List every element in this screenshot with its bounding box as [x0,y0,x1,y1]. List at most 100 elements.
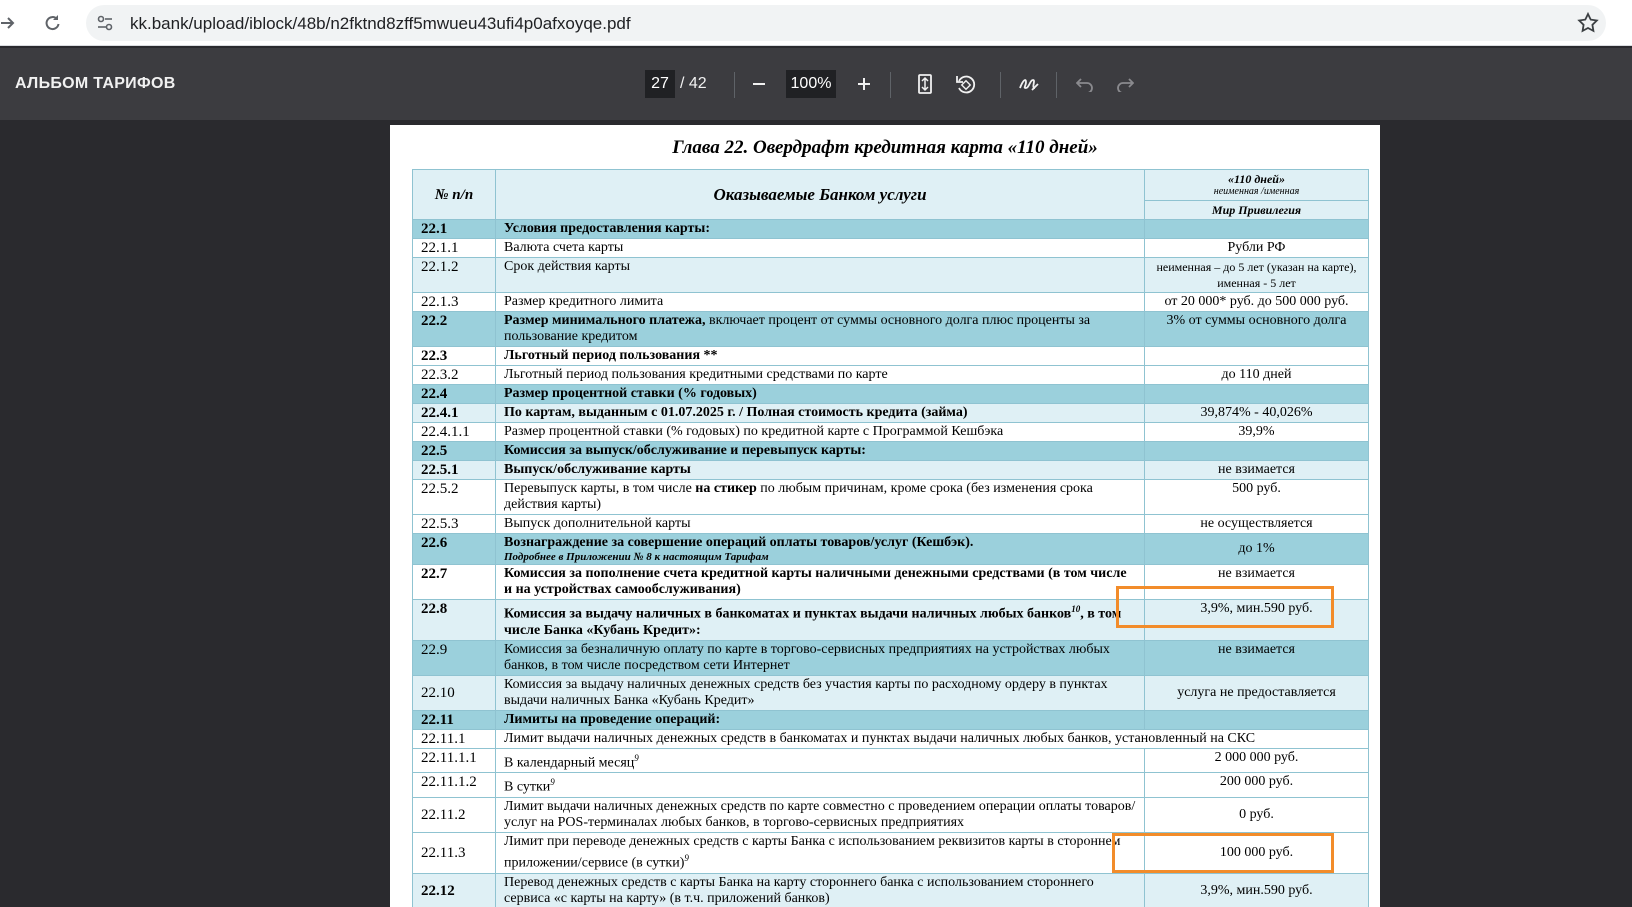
row-service: В сутки9 [495,772,1145,798]
row-service: Лимит выдачи наличных денежных средств в… [495,728,1369,749]
row-service: Комиссия за выпуск/обслуживание и перевы… [495,441,1145,461]
zoom-in-button[interactable] [849,69,879,99]
row-value: 3,9%, мин.590 руб. [1144,872,1369,907]
row-number: 22.11.1.1 [412,747,496,774]
table-row: 22.11.1.1 В календарный месяц9 2 000 000 р… [412,747,1369,774]
table-row: 22.3 Льготный период пользования ** [412,346,1369,366]
row-service-text: Размер процентной ставки (% годовых) [504,386,757,401]
row-number: 22.5.3 [412,514,496,534]
pdf-toolbar: АЛЬБОМ ТАРИФОВ 27 / 42 100% [0,48,1632,120]
row-value: 39,9% [1144,422,1369,442]
row-service-text: Льготный период пользования ** [504,348,718,363]
row-number: 22.12 [412,872,496,907]
table-row: 22.11.2 Лимит выдачи наличных денежных ср… [412,796,1369,833]
footnote-ref: 9 [634,752,639,763]
reload-icon[interactable] [38,9,66,37]
row-service: Выпуск/обслуживание карты [495,460,1145,480]
row-service: Размер кредитного лимита [495,292,1145,312]
table-row: 22.5.3 Выпуск дополнительной карты не осущ… [412,514,1369,534]
rotate-icon [956,75,976,94]
row-service-text: Лимит при переводе денежных средств с ка… [504,833,1121,871]
row-service-text: Лимит выдачи наличных денежных средств в… [504,730,1256,746]
row-service-text: Лимиты на проведение операций: [504,711,721,727]
address-bar[interactable]: kk.bank/upload/iblock/48b/n2fktnd8zff5mw… [86,5,1606,41]
row-value [1144,219,1369,239]
row-value: до 1% [1144,533,1369,565]
row-number: 22.4.1.1 [412,422,496,442]
rotate-button[interactable] [950,69,980,99]
row-service: Вознаграждение за совершение операций оп… [495,533,1145,565]
row-value [1144,384,1369,404]
undo-button[interactable] [1070,69,1100,99]
browser-bar: kk.bank/upload/iblock/48b/n2fktnd8zff5mw… [0,0,1632,46]
row-value: 2 000 000 руб. [1144,747,1369,774]
pdf-page: Глава 22. Овердрафт кредитная карта «110… [390,125,1380,907]
row-service: Лимит выдачи наличных денежных средств п… [495,796,1145,833]
row-number: 22.5.2 [412,479,496,515]
row-service-text: Условия предоставления карты: [504,221,710,236]
pdf-viewer[interactable]: Глава 22. Овердрафт кредитная карта «110… [0,120,1632,907]
highlight-box [1112,833,1334,873]
highlight-box [1116,586,1334,628]
fit-page-button[interactable] [910,69,940,99]
row-number: 22.3 [412,346,496,366]
row-service-text: Лимит выдачи наличных денежных средств п… [504,798,1136,830]
table-row: 22.11.1 Лимит выдачи наличных денежных ср… [412,728,1369,749]
page-number-input[interactable]: 27 [645,70,675,98]
row-number: 22.1.1 [412,238,496,258]
row-service-text: Срок действия карты [504,259,630,274]
header-num: № п/п [412,169,496,220]
table-row: 22.6 Вознаграждение за совершение операци… [412,533,1369,565]
toolbar-divider [1000,72,1001,98]
row-value: от 20 000* руб. до 500 000 руб. [1144,292,1369,312]
row-service: По картам, выданным с 01.07.2025 г. / По… [495,403,1145,423]
toolbar-divider [890,72,891,98]
footnote-ref: 10 [1071,604,1081,614]
redo-button[interactable] [1110,69,1140,99]
row-value: 39,874% - 40,026% [1144,403,1369,423]
row-service: Комиссия за выдачу наличных денежных сре… [495,674,1145,711]
row-service: Комиссия за пополнение счета кредитной к… [495,564,1145,600]
row-service-text: В сутки [504,779,551,795]
row-service-text: В календарный месяц [504,755,635,771]
row-service-bold: на стикер [695,481,757,496]
row-number: 22.5 [412,441,496,461]
tariff-table: № п/п Оказываемые Банком услуги «110 дне… [412,169,1369,907]
row-service-bold: Размер минимального платежа, [504,313,706,328]
row-service: Размер процентной ставки (% годовых) [495,384,1145,404]
row-service: Размер процентной ставки (% годовых) по … [495,422,1145,442]
row-number: 22.4.1 [412,403,496,423]
forward-arrow-icon[interactable] [0,9,22,37]
row-service: Условия предоставления карты: [495,219,1145,239]
table-row: 22.5.2 Перевыпуск карты, в том числе на с… [412,479,1369,515]
row-service-text: Перевод денежных средств с карты Банка н… [504,874,1094,906]
row-service-text: Размер кредитного лимита [504,294,664,309]
site-settings-icon[interactable] [96,14,114,32]
row-service-text: Валюта счета карты [504,240,624,255]
row-service: В календарный месяц9 [495,747,1145,774]
row-service-text: Выпуск/обслуживание карты [504,462,691,477]
table-row: 22.5 Комиссия за выпуск/обслуживание и пе… [412,441,1369,461]
table-row: 22.1.1 Валюта счета карты Рубли РФ [412,238,1369,258]
zoom-input[interactable]: 100% [786,70,836,98]
row-number: 22.2 [412,311,496,347]
bookmark-star-icon[interactable] [1576,11,1600,35]
row-value: 3% от суммы основного долга [1144,311,1369,347]
row-service: Комиссия за безналичную оплату по карте … [495,639,1145,676]
plus-icon [858,78,870,90]
row-value [1144,346,1369,366]
annotate-icon [1019,79,1039,91]
annotate-button[interactable] [1014,69,1044,99]
row-value: до 110 дней [1144,365,1369,385]
url-text[interactable]: kk.bank/upload/iblock/48b/n2fktnd8zff5mw… [130,14,631,34]
toolbar-divider [734,72,735,98]
row-value: не взимается [1144,639,1369,676]
row-service-text: Выпуск дополнительной карты [504,516,691,531]
row-service-text: Комиссия за пополнение счета кредитной к… [504,566,1127,597]
redo-icon [1117,78,1134,92]
zoom-out-button[interactable] [744,69,774,99]
row-service: Перевод денежных средств с карты Банка н… [495,872,1145,907]
row-service-text: По картам, выданным с 01.07.2025 г. / По… [504,405,968,420]
row-service: Перевыпуск карты, в том числе на стикер … [495,479,1145,515]
table-row: 22.12 Перевод денежных средств с карты Ба… [412,872,1369,907]
